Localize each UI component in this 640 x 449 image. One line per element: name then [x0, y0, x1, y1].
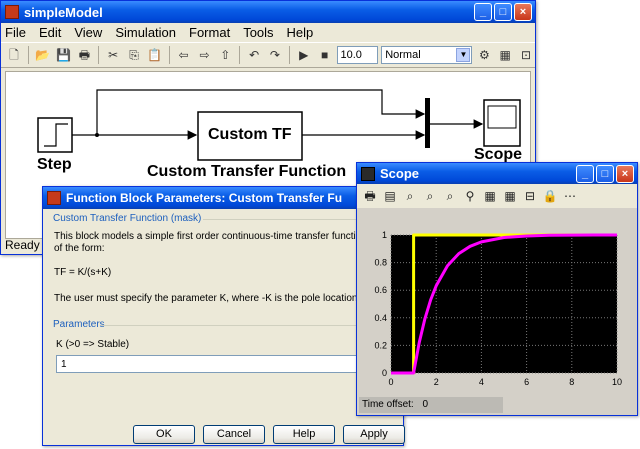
zoom-y-icon[interactable]: ⌕	[441, 187, 459, 205]
debug-icon[interactable]: ⊡	[517, 46, 535, 64]
custom-tf-label: Custom Transfer Function	[147, 163, 347, 180]
scope-title: Scope	[380, 166, 420, 181]
stop-simulation-icon[interactable]: ■	[316, 46, 334, 64]
scope-close-button[interactable]: ×	[616, 165, 634, 183]
dialog-titlebar[interactable]: Function Block Parameters: Custom Transf…	[43, 187, 403, 209]
menubar: File Edit View Simulation Format Tools H…	[1, 23, 535, 42]
dialog-app-icon	[47, 191, 61, 205]
params-icon[interactable]: ▤	[381, 187, 399, 205]
restore-axes-icon[interactable]: ▦	[501, 187, 519, 205]
up-icon[interactable]: ⇧	[216, 46, 234, 64]
menu-view[interactable]: View	[74, 25, 102, 40]
start-simulation-icon[interactable]: ▶	[295, 46, 313, 64]
time-offset-bar: Time offset: 0	[359, 397, 503, 413]
print-icon[interactable]: 🖶	[361, 187, 379, 205]
simulink-app-icon	[5, 5, 19, 19]
x-tick-label: 0	[388, 377, 393, 387]
x-tick-label: 10	[612, 377, 622, 387]
parameters-section-title: Parameters	[53, 319, 105, 330]
custom-tf-block-text: Custom TF	[208, 126, 292, 143]
simulink-titlebar[interactable]: simpleModel _ □ ×	[1, 1, 535, 23]
x-tick-label: 8	[569, 377, 574, 387]
menu-help[interactable]: Help	[287, 25, 314, 40]
menu-simulation[interactable]: Simulation	[115, 25, 176, 40]
y-tick-label: 1	[382, 230, 387, 240]
simulink-toolbar: 🗋 📂 💾 🖶 ✂ ⎘ 📋 ⇦ ⇨ ⇧ ↶ ↷ ▶ ■ 10.0 Normal …	[1, 42, 535, 68]
simulink-title: simpleModel	[24, 4, 103, 20]
scope-window: Scope _ □ × 🖶 ▤ ⌕ ⌕ ⌕ ⚲ ▦ ▦ ⊟ 🔒 ⋯ 0 2 4 6 8 1…	[356, 162, 638, 416]
library-browser-icon[interactable]: ▦	[496, 46, 514, 64]
parameter-note: The user must specify the parameter K, w…	[54, 293, 361, 304]
x-tick-label: 4	[479, 377, 484, 387]
back-icon[interactable]: ⇦	[175, 46, 193, 64]
new-icon[interactable]: 🗋	[5, 46, 23, 64]
scope-toolbar: 🖶 ▤ ⌕ ⌕ ⌕ ⚲ ▦ ▦ ⊟ 🔒 ⋯	[357, 184, 637, 208]
save-icon[interactable]: 💾	[55, 46, 73, 64]
minimize-button[interactable]: _	[474, 3, 492, 21]
mux-block	[425, 98, 430, 148]
param-k-input[interactable]: 1	[56, 355, 401, 373]
menu-format[interactable]: Format	[189, 25, 230, 40]
chevron-down-icon[interactable]: ▼	[456, 48, 471, 62]
x-tick-label: 2	[434, 377, 439, 387]
maximize-button[interactable]: □	[494, 3, 512, 21]
plot-area	[391, 235, 617, 373]
time-offset-value: 0	[422, 399, 429, 410]
forward-icon[interactable]: ⇨	[196, 46, 214, 64]
menu-file[interactable]: File	[5, 25, 26, 40]
zoom-x-icon[interactable]: ⌕	[421, 187, 439, 205]
signal-select-icon[interactable]: ⋯	[561, 187, 579, 205]
cancel-button[interactable]: Cancel	[203, 425, 265, 444]
close-button[interactable]: ×	[514, 3, 532, 21]
menu-tools[interactable]: Tools	[243, 25, 273, 40]
scope-app-icon	[361, 166, 375, 181]
x-tick-label: 6	[524, 377, 529, 387]
autoscale-icon[interactable]: ⚲	[461, 187, 479, 205]
build-icon[interactable]: ⚙	[475, 46, 493, 64]
apply-button[interactable]: Apply	[343, 425, 405, 444]
y-tick-label: 0.6	[374, 285, 387, 295]
y-tick-label: 0.4	[374, 313, 387, 323]
scope-minimize-button[interactable]: _	[576, 165, 594, 183]
scope-maximize-button[interactable]: □	[596, 165, 614, 183]
dialog-title: Function Block Parameters: Custom Transf…	[66, 191, 343, 205]
floating-icon[interactable]: ⊟	[521, 187, 539, 205]
scope-titlebar[interactable]: Scope _ □ ×	[357, 163, 637, 184]
zoom-icon[interactable]: ⌕	[401, 187, 419, 205]
y-tick-label: 0	[382, 368, 387, 378]
y-tick-label: 0.2	[374, 340, 387, 350]
copy-icon[interactable]: ⎘	[125, 46, 143, 64]
ok-button[interactable]: OK	[133, 425, 195, 444]
save-axes-icon[interactable]: ▦	[481, 187, 499, 205]
step-label: Step	[37, 156, 72, 173]
description-line-2: of the form:	[54, 243, 105, 254]
paste-icon[interactable]: 📋	[146, 46, 164, 64]
block-parameters-dialog: Function Block Parameters: Custom Transf…	[42, 186, 405, 446]
mask-section-title: Custom Transfer Function (mask)	[53, 213, 202, 224]
formula-text: TF = K/(s+K)	[54, 267, 112, 278]
simulation-mode-select[interactable]: Normal ▼	[381, 46, 473, 64]
stop-time-field[interactable]: 10.0	[336, 46, 379, 64]
open-icon[interactable]: 📂	[34, 46, 52, 64]
description-line-1: This block models a simple first order c…	[54, 231, 367, 242]
help-button[interactable]: Help	[273, 425, 335, 444]
time-offset-label: Time offset:	[362, 399, 414, 410]
menu-edit[interactable]: Edit	[39, 25, 61, 40]
param-k-label: K (>0 => Stable)	[56, 339, 130, 350]
print-icon[interactable]: 🖶	[75, 46, 93, 64]
lock-icon[interactable]: 🔒	[541, 187, 559, 205]
simulation-mode-value: Normal	[385, 49, 421, 61]
y-tick-label: 0.8	[374, 258, 387, 268]
redo-icon[interactable]: ↷	[266, 46, 284, 64]
cut-icon[interactable]: ✂	[104, 46, 122, 64]
undo-icon[interactable]: ↶	[245, 46, 263, 64]
step-block	[37, 117, 73, 153]
scope-plot[interactable]: 0 2 4 6 8 10 0 0.2 0.4 0.6 0.8 1	[357, 209, 637, 394]
